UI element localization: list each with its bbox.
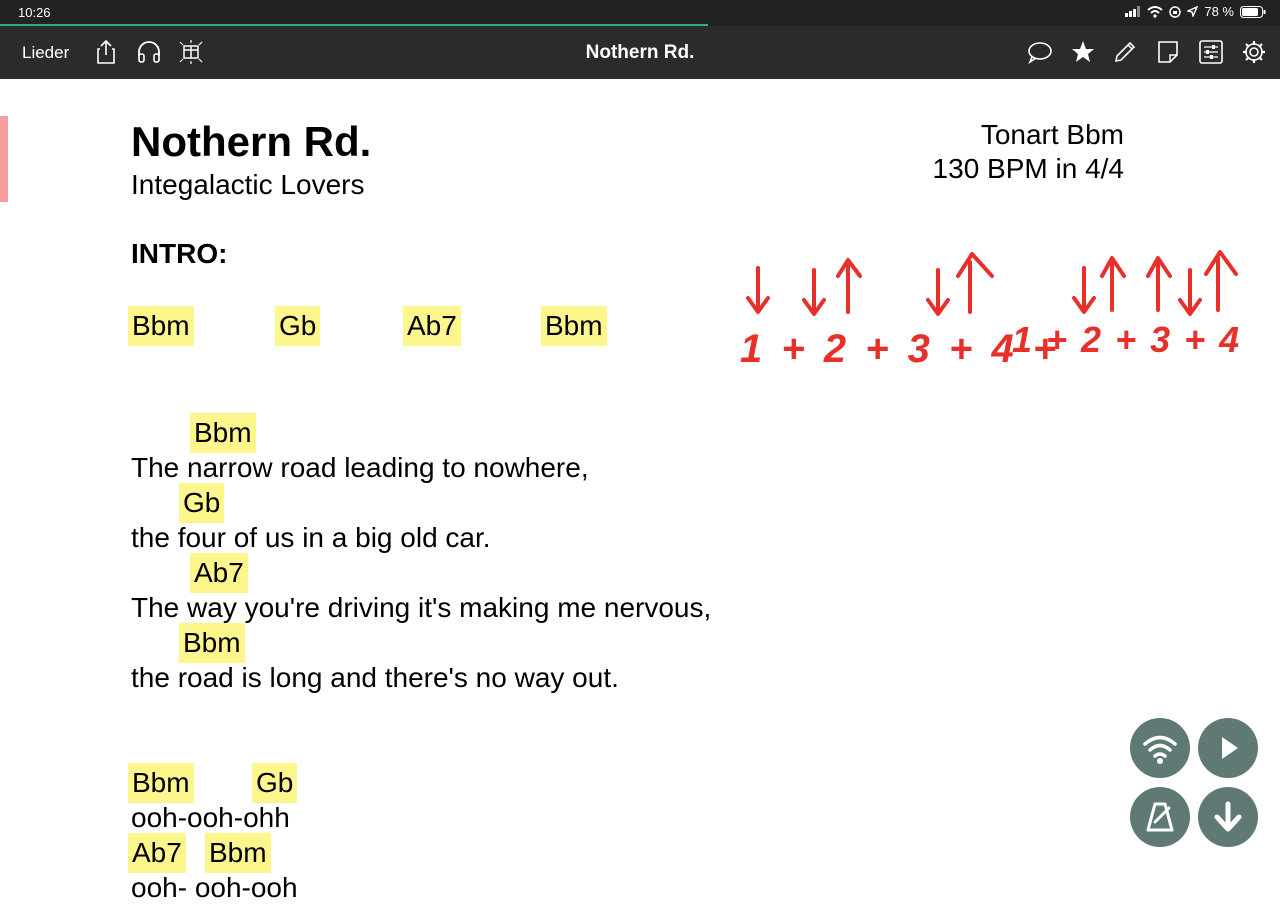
chord[interactable]: Gb: [275, 306, 321, 346]
chord[interactable]: Bbm: [205, 833, 271, 873]
song-title: Nothern Rd.: [131, 118, 372, 165]
strum-count-2: 1 + 2 + 3 + 4 +: [1012, 319, 1250, 360]
song-meta: Tonart Bbm 130 BPM in 4/4: [933, 118, 1124, 186]
pencil-icon[interactable]: [1110, 37, 1140, 67]
chord[interactable]: Bbm: [541, 306, 607, 346]
arrow-down-icon: [1214, 801, 1242, 832]
status-bar: 10:26 78 %: [0, 0, 1280, 26]
chord[interactable]: Ab7: [128, 833, 186, 873]
lyric-line: The narrow road leading to nowhere,: [131, 452, 589, 483]
metronome-icon: [1146, 802, 1174, 832]
scroll-down-button[interactable]: [1198, 787, 1258, 847]
chord[interactable]: Bbm: [128, 306, 194, 346]
lock-rotation-icon: [1169, 5, 1182, 18]
play-icon: [1222, 737, 1238, 759]
wifi-icon: [1147, 5, 1164, 18]
signal-icon: [1125, 6, 1141, 17]
chord[interactable]: Gb: [179, 483, 225, 523]
star-icon[interactable]: [1068, 37, 1098, 67]
up-arrow-icon: [1146, 256, 1172, 312]
chord[interactable]: Bbm: [179, 623, 245, 663]
down-arrow-icon: [926, 268, 950, 316]
song-tempo: 130 BPM in 4/4: [932, 153, 1124, 184]
lyric-line: The way you're driving it's making me ne…: [131, 592, 712, 623]
chord[interactable]: Bbm: [128, 763, 194, 803]
up-arrow-icon: [1204, 250, 1238, 312]
lyric-line: ooh- ooh-ooh: [131, 872, 298, 903]
metronome-button[interactable]: [1130, 787, 1190, 847]
down-arrow-icon: [1072, 266, 1096, 314]
song-key: Tonart Bbm: [980, 119, 1124, 150]
lyric-line: ooh-ooh-ohh: [131, 802, 290, 833]
toolbar: Lieder Nothern Rd.: [0, 26, 1280, 79]
lyric-line: the road is long and there's no way out.: [131, 662, 619, 693]
chord[interactable]: Ab7: [403, 306, 461, 346]
up-arrow-icon: [836, 258, 862, 314]
gear-icon[interactable]: [1239, 37, 1269, 67]
sliders-icon[interactable]: [1196, 37, 1226, 67]
down-arrow-icon: [802, 268, 826, 316]
chord[interactable]: Ab7: [190, 553, 248, 593]
chord[interactable]: Gb: [252, 763, 298, 803]
status-time: 10:26: [18, 5, 51, 20]
section-label-intro: INTRO:: [131, 238, 228, 269]
note-icon[interactable]: [1153, 37, 1183, 67]
down-arrow-icon: [746, 266, 770, 314]
location-icon: [1187, 6, 1199, 17]
comment-icon[interactable]: [1025, 37, 1055, 67]
battery-icon: [1240, 5, 1266, 18]
strum-annotation: 1 + 2 + 3 + 4 + 1 + 2 + 3 + 4 +: [740, 250, 1250, 371]
wifi-icon: [1143, 735, 1177, 764]
lyric-line: the four of us in a big old car.: [131, 522, 491, 553]
page-marker: [0, 116, 8, 202]
wifi-button[interactable]: [1130, 718, 1190, 778]
song-artist: Integalactic Lovers: [131, 169, 365, 200]
status-indicators: 78 %: [1125, 4, 1266, 19]
play-button[interactable]: [1198, 718, 1258, 778]
chord[interactable]: Bbm: [190, 413, 256, 453]
up-arrow-icon: [956, 252, 994, 314]
battery-percent: 78 %: [1204, 4, 1234, 19]
down-arrow-icon: [1178, 268, 1202, 316]
up-arrow-icon: [1100, 256, 1126, 312]
